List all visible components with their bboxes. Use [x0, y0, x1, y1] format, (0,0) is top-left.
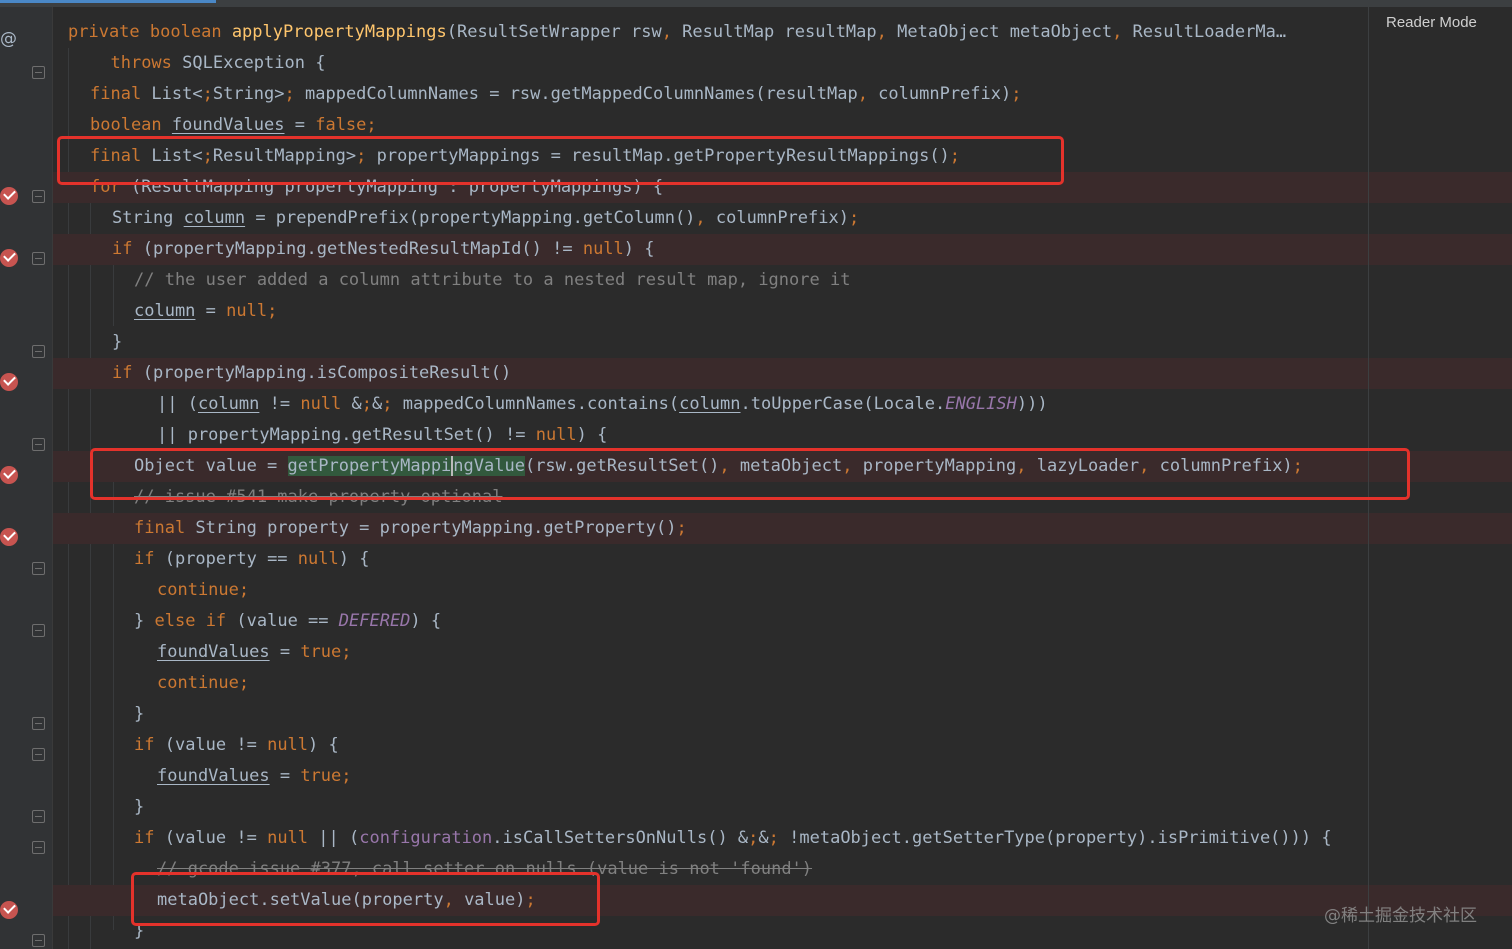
code-text: foundValues = true;: [157, 642, 352, 662]
fold-icon[interactable]: [32, 562, 45, 575]
fold-icon[interactable]: [32, 66, 45, 79]
fold-icon[interactable]: [32, 345, 45, 358]
breakpoint-icon[interactable]: [0, 528, 18, 546]
breakpoint-icon[interactable]: [0, 187, 18, 205]
code-text: continue;: [157, 580, 250, 600]
code-text: || propertyMapping.getResultSet() != nul…: [157, 425, 608, 445]
highlight-box-set-value: [131, 872, 600, 926]
fold-icon[interactable]: [32, 748, 45, 761]
code-line[interactable]: }: [53, 327, 1512, 358]
code-line[interactable]: throws SQLException {: [53, 48, 1512, 79]
code-line[interactable]: if (property == null) {: [53, 544, 1512, 575]
code-line[interactable]: foundValues = true;: [53, 761, 1512, 792]
fold-icon[interactable]: [32, 252, 45, 265]
breakpoint-icon[interactable]: [0, 249, 18, 267]
breakpoint-icon[interactable]: [0, 373, 18, 391]
code-text: private boolean applyPropertyMappings(Re…: [68, 22, 1287, 42]
code-line-breakpoint[interactable]: final String property = propertyMapping.…: [53, 513, 1512, 544]
code-text: String column = prependPrefix(propertyMa…: [112, 208, 860, 228]
code-text: continue;: [157, 673, 250, 693]
code-line[interactable]: foundValues = true;: [53, 637, 1512, 668]
code-text: throws SQLException {: [110, 53, 326, 73]
code-text: }: [112, 332, 123, 352]
code-line[interactable]: // the user added a column attribute to …: [53, 265, 1512, 296]
code-text: if (propertyMapping.getNestedResultMapId…: [112, 239, 655, 259]
code-line[interactable]: continue;: [53, 575, 1512, 606]
fold-icon[interactable]: [32, 934, 45, 947]
code-text: if (propertyMapping.isCompositeResult(): [112, 363, 512, 383]
code-line[interactable]: if (value != null) {: [53, 730, 1512, 761]
code-text: }: [134, 797, 145, 817]
breakpoint-icon[interactable]: [0, 466, 18, 484]
watermark: @稀土掘金技术社区: [1324, 906, 1477, 926]
code-line[interactable]: final List<;String>; mappedColumnNames =…: [53, 79, 1512, 110]
code-text: if (property == null) {: [134, 549, 370, 569]
code-text: // the user added a column attribute to …: [134, 270, 851, 290]
fold-icon[interactable]: [32, 438, 45, 451]
code-text: || (column != null &;&; mappedColumnName…: [157, 394, 1048, 414]
code-line[interactable]: column = null;: [53, 296, 1512, 327]
editor-gutter[interactable]: @: [0, 7, 53, 949]
reader-mode-toggle[interactable]: Reader Mode: [1386, 14, 1477, 31]
override-annotation-icon[interactable]: @: [0, 29, 17, 49]
fold-icon[interactable]: [32, 810, 45, 823]
fold-icon[interactable]: [32, 624, 45, 637]
code-text: }: [134, 704, 145, 724]
code-line-breakpoint[interactable]: if (propertyMapping.isCompositeResult(): [53, 358, 1512, 389]
code-text: final String property = propertyMapping.…: [134, 518, 687, 538]
code-line[interactable]: private boolean applyPropertyMappings(Re…: [53, 17, 1512, 48]
code-line[interactable]: || propertyMapping.getResultSet() != nul…: [53, 420, 1512, 451]
fold-icon[interactable]: [32, 717, 45, 730]
code-line[interactable]: if (value != null || (configuration.isCa…: [53, 823, 1512, 854]
code-text: if (value != null) {: [134, 735, 339, 755]
code-line[interactable]: }: [53, 699, 1512, 730]
code-text: foundValues = true;: [157, 766, 352, 786]
code-line[interactable]: }: [53, 792, 1512, 823]
code-line[interactable]: String column = prependPrefix(propertyMa…: [53, 203, 1512, 234]
fold-icon[interactable]: [32, 190, 45, 203]
code-line[interactable]: continue;: [53, 668, 1512, 699]
code-line-breakpoint[interactable]: if (propertyMapping.getNestedResultMapId…: [53, 234, 1512, 265]
highlight-box-get-property-mapping-value: [90, 448, 1410, 500]
breakpoint-icon[interactable]: [0, 901, 18, 919]
code-text: if (value != null || (configuration.isCa…: [134, 828, 1332, 848]
fold-icon[interactable]: [32, 841, 45, 854]
code-line[interactable]: || (column != null &;&; mappedColumnName…: [53, 389, 1512, 420]
code-text: } else if (value == DEFERED) {: [134, 611, 442, 631]
highlight-box-property-mappings: [57, 136, 1064, 185]
code-text: final List<;String>; mappedColumnNames =…: [90, 84, 1022, 104]
code-line[interactable]: } else if (value == DEFERED) {: [53, 606, 1512, 637]
code-text: column = null;: [134, 301, 278, 321]
